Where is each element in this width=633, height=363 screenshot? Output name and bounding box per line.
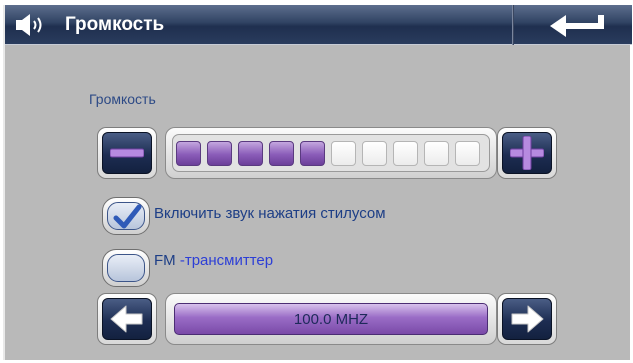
- volume-label: Громкость: [89, 91, 156, 107]
- arrow-left-icon: [110, 305, 143, 333]
- fm-transmitter-label: FM -трансмиттер: [154, 251, 273, 271]
- stylus-sound-checkbox[interactable]: [102, 197, 150, 235]
- return-arrow-icon: [550, 15, 604, 37]
- page-title: Громкость: [65, 14, 165, 35]
- volume-segment: [331, 141, 356, 166]
- frequency-down-button[interactable]: [97, 293, 157, 345]
- title-bar: Громкость: [5, 5, 632, 45]
- minus-icon: [110, 148, 144, 158]
- back-button[interactable]: [515, 5, 632, 45]
- fm-label-prefix: FM: [154, 252, 176, 269]
- volume-segment: [238, 141, 263, 166]
- frequency-display: 100.0 MHZ: [165, 293, 497, 345]
- volume-slider[interactable]: [165, 127, 497, 179]
- volume-segment: [300, 141, 325, 166]
- volume-segment: [269, 141, 294, 166]
- arrow-right-icon: [511, 305, 544, 333]
- volume-down-button[interactable]: [97, 127, 157, 179]
- title-divider: [512, 5, 514, 45]
- speaker-icon: [16, 14, 42, 36]
- plus-icon: [510, 136, 544, 170]
- fm-transmitter-checkbox[interactable]: [102, 249, 150, 287]
- frequency-value: 100.0 MHZ: [293, 310, 369, 328]
- volume-up-button[interactable]: [497, 127, 557, 179]
- volume-segment: [393, 141, 418, 166]
- volume-segment: [207, 141, 232, 166]
- volume-segment: [362, 141, 387, 166]
- fm-label-suffix: -трансмиттер: [175, 252, 274, 269]
- volume-segment: [176, 141, 201, 166]
- volume-segment: [424, 141, 449, 166]
- volume-segment: [455, 141, 480, 166]
- checkmark-icon: [113, 204, 142, 229]
- stylus-sound-label: Включить звук нажатия стилусом: [154, 205, 386, 222]
- frequency-up-button[interactable]: [497, 293, 557, 345]
- settings-screen: Громкость Громкость Включить звук нажати…: [3, 5, 632, 360]
